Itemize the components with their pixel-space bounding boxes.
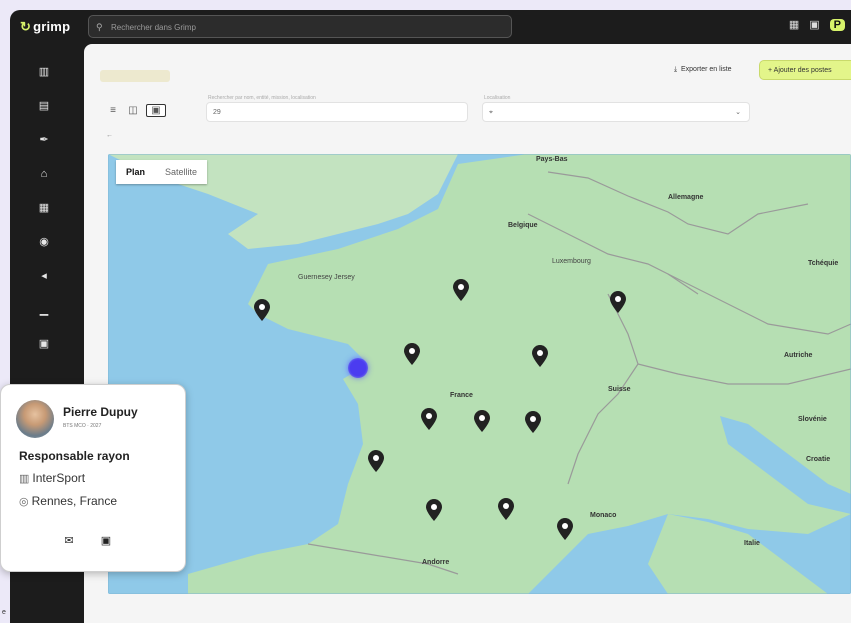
map-pin[interactable]	[426, 499, 442, 521]
calendar-nav-icon[interactable]: ▦	[34, 198, 54, 218]
logo-text: grimp	[33, 19, 71, 34]
globe-icon[interactable]: ◉	[34, 232, 54, 252]
map-pin[interactable]	[404, 343, 420, 365]
building-icon: ▥	[19, 473, 30, 485]
car-icon[interactable]: ⌂	[34, 164, 54, 184]
map-label-monaco: Monaco	[590, 512, 617, 519]
map-pin[interactable]	[474, 410, 490, 432]
footer-mark: e	[2, 609, 6, 616]
list-view-icon[interactable]: ≡	[106, 105, 120, 116]
profile-location: ◎ Rennes, France	[19, 494, 117, 508]
download-icon: ⤓	[674, 66, 678, 73]
map-type-satellite[interactable]: Satellite	[155, 167, 207, 177]
location-icon: ◎	[19, 496, 29, 508]
map-label-croatie: Croatie	[806, 456, 831, 463]
map-label-autriche: Autriche	[784, 352, 813, 359]
map-label-italie: Italie	[744, 540, 760, 547]
app-logo[interactable]: ↻ grimp	[20, 19, 70, 35]
location-pin-icon: ⌖	[489, 109, 493, 116]
search-icon: ⚲	[96, 22, 103, 32]
export-list-label: Exporter en liste	[681, 66, 732, 73]
location-filter-label: Localisation	[484, 95, 511, 101]
map-type-switch: Plan Satellite	[116, 160, 208, 184]
map-label-allemagne: Allemagne	[668, 194, 704, 201]
profile-name: Pierre Dupuy	[63, 405, 138, 419]
map-label-luxembourg: Luxembourg	[552, 258, 591, 265]
map-label-france: France	[450, 392, 473, 399]
profile-company: ▥ InterSport	[19, 471, 85, 485]
map-pin[interactable]	[610, 291, 626, 313]
page-title	[100, 70, 170, 82]
map-label-jersey: Guernesey Jersey	[298, 274, 355, 281]
search-filter-label: Rechercher par nom, entité, mission, loc…	[208, 95, 316, 101]
calendar-icon[interactable]: ▦	[789, 18, 799, 31]
avatar	[16, 400, 54, 438]
view-toggle: ≡ ◫ ▣	[106, 104, 166, 117]
search-placeholder: Rechercher dans Grimp	[111, 23, 196, 32]
profile-location-label: Rennes, France	[31, 494, 117, 508]
grid-icon[interactable]: ▣	[34, 334, 54, 354]
tools-icon[interactable]: ✒	[34, 130, 54, 150]
map-pin[interactable]	[453, 279, 469, 301]
map-label-andorre: Andorre	[422, 559, 450, 566]
map-pin[interactable]	[498, 498, 514, 520]
map-label-belgique: Belgique	[508, 222, 538, 229]
document-icon[interactable]: ▤	[34, 96, 54, 116]
logo-mark-icon: ↻	[20, 19, 32, 34]
profile-badge-icon[interactable]: P	[829, 18, 845, 31]
briefcase-icon[interactable]: ▣	[96, 531, 116, 551]
map-pin[interactable]	[368, 450, 384, 472]
chevron-down-icon: ⌄	[735, 109, 741, 116]
mail-icon[interactable]: ✉	[59, 531, 79, 551]
main-panel: ⤓ Exporter en liste + Ajouter des postes…	[84, 44, 851, 623]
back-arrow-icon[interactable]: ←	[106, 132, 113, 139]
profile-card[interactable]: Pierre Dupuy BTS MCO · 2027 Responsable …	[0, 384, 186, 572]
map-pin[interactable]	[532, 345, 548, 367]
map-type-plan[interactable]: Plan	[116, 167, 155, 177]
chart-icon[interactable]: ▁	[34, 300, 54, 320]
map-label-suisse: Suisse	[608, 386, 631, 393]
map-label-slovenie: Slovénie	[798, 416, 827, 423]
megaphone-icon[interactable]: ◂	[34, 266, 54, 286]
map-pin[interactable]	[254, 299, 270, 321]
notification-icon[interactable]: ▣	[809, 18, 819, 31]
export-list-button[interactable]: ⤓ Exporter en liste	[674, 66, 732, 74]
map-pin[interactable]	[525, 411, 541, 433]
split-view-icon[interactable]: ◫	[126, 105, 140, 116]
location-filter-field[interactable]: ⌖ ⌄	[482, 102, 750, 122]
profile-role: Responsable rayon	[19, 449, 130, 463]
map-pin[interactable]	[557, 518, 573, 540]
dashboard-icon[interactable]: ▥	[34, 62, 54, 82]
profile-subtitle: BTS MCO · 2027	[63, 423, 102, 429]
search-input[interactable]: ⚲ Rechercher dans Grimp	[88, 15, 512, 38]
map-label-pays-bas: Pays-Bas	[536, 156, 568, 163]
map-view-icon[interactable]: ▣	[146, 104, 166, 117]
current-position-marker[interactable]	[348, 358, 368, 378]
map-label-tchequie: Tchéquie	[808, 260, 839, 267]
add-positions-button[interactable]: + Ajouter des postes	[759, 60, 851, 80]
map-pin[interactable]	[421, 408, 437, 430]
map[interactable]: Plan Satellite Pays-Bas Belgique Allemag…	[108, 154, 851, 594]
top-bar: ↻ grimp ⚲ Rechercher dans Grimp ▦ ▣ P	[10, 10, 851, 44]
map-background	[108, 154, 851, 594]
search-filter-field[interactable]: 29	[206, 102, 468, 122]
top-icons: ▦ ▣ P	[789, 18, 845, 31]
profile-company-label: InterSport	[32, 471, 86, 485]
